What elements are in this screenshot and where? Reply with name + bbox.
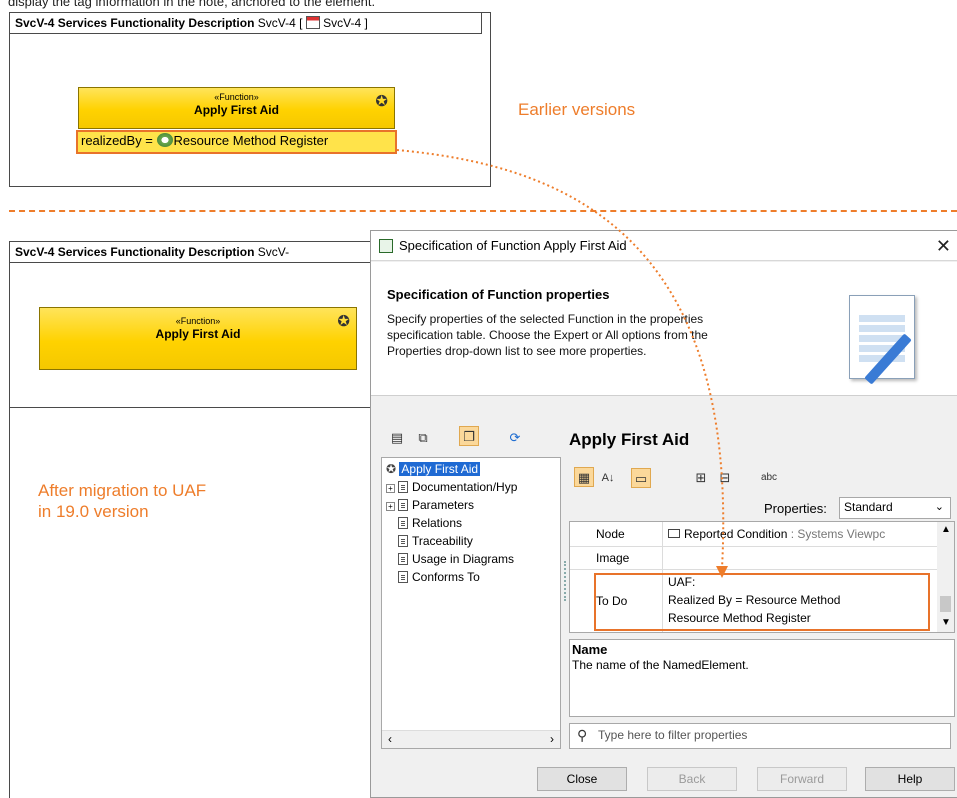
arrow-head: [716, 566, 728, 578]
migration-arrow-path: [396, 149, 725, 569]
migration-arrow: [396, 149, 728, 578]
